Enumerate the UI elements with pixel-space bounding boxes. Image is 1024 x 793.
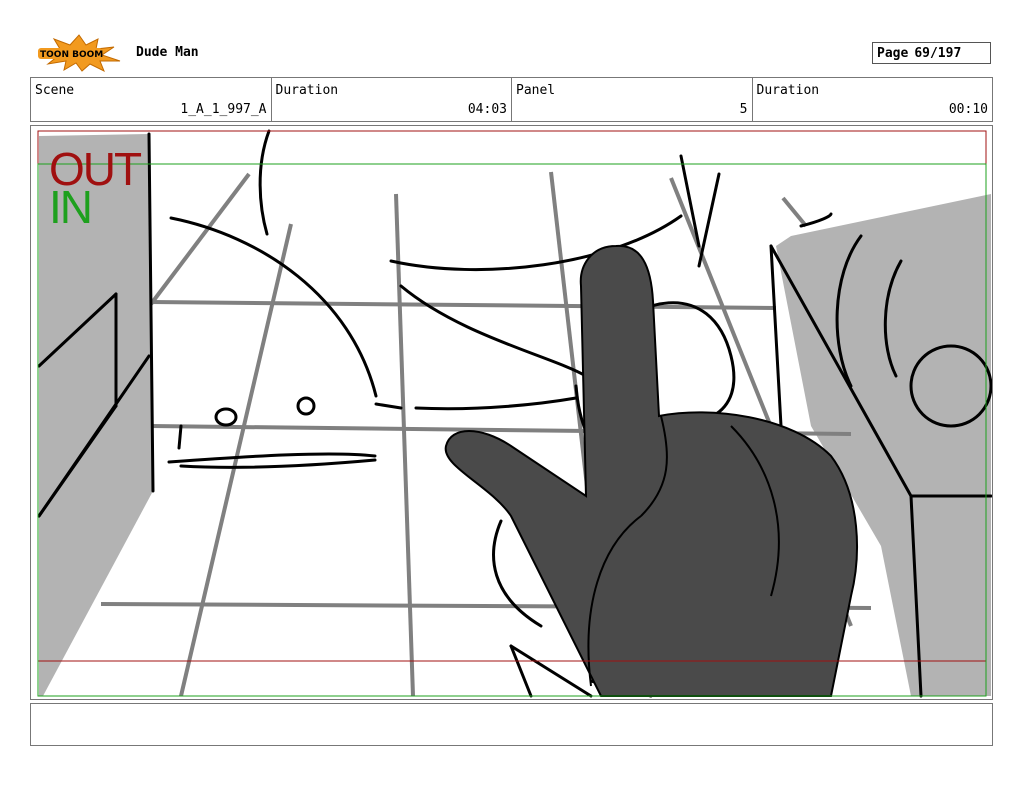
panel-duration-value: 00:10	[948, 102, 988, 117]
notes-box	[30, 703, 993, 746]
project-title: Dude Man	[136, 45, 199, 60]
scene-cell: Scene 1_A_1_997_A	[31, 78, 272, 121]
scene-duration-value: 04:03	[467, 102, 507, 117]
scene-duration-label: Duration	[275, 83, 339, 98]
scene-duration-cell: Duration 04:03	[272, 78, 512, 121]
page-number: 69/197	[914, 45, 962, 61]
storyboard-panel: OUT IN	[30, 125, 993, 700]
panel-value: 5	[739, 102, 748, 117]
panel-duration-cell: Duration 00:10	[753, 78, 993, 121]
panel-label: Panel	[516, 83, 556, 98]
panel-sketch	[37, 129, 992, 698]
scene-value: 1_A_1_997_A	[180, 102, 267, 117]
panel-cell: Panel 5	[512, 78, 753, 121]
panel-duration-label: Duration	[756, 83, 820, 98]
storyboard-info-row: Scene 1_A_1_997_A Duration 04:03 Panel 5…	[30, 77, 993, 122]
logo-text: TOON BOOM	[40, 50, 103, 60]
page-label: Page	[877, 45, 909, 61]
toon-boom-logo: TOON BOOM	[34, 33, 124, 73]
scene-label: Scene	[35, 83, 75, 98]
in-label: IN	[49, 181, 93, 233]
page-indicator: Page 69/197	[872, 42, 991, 64]
